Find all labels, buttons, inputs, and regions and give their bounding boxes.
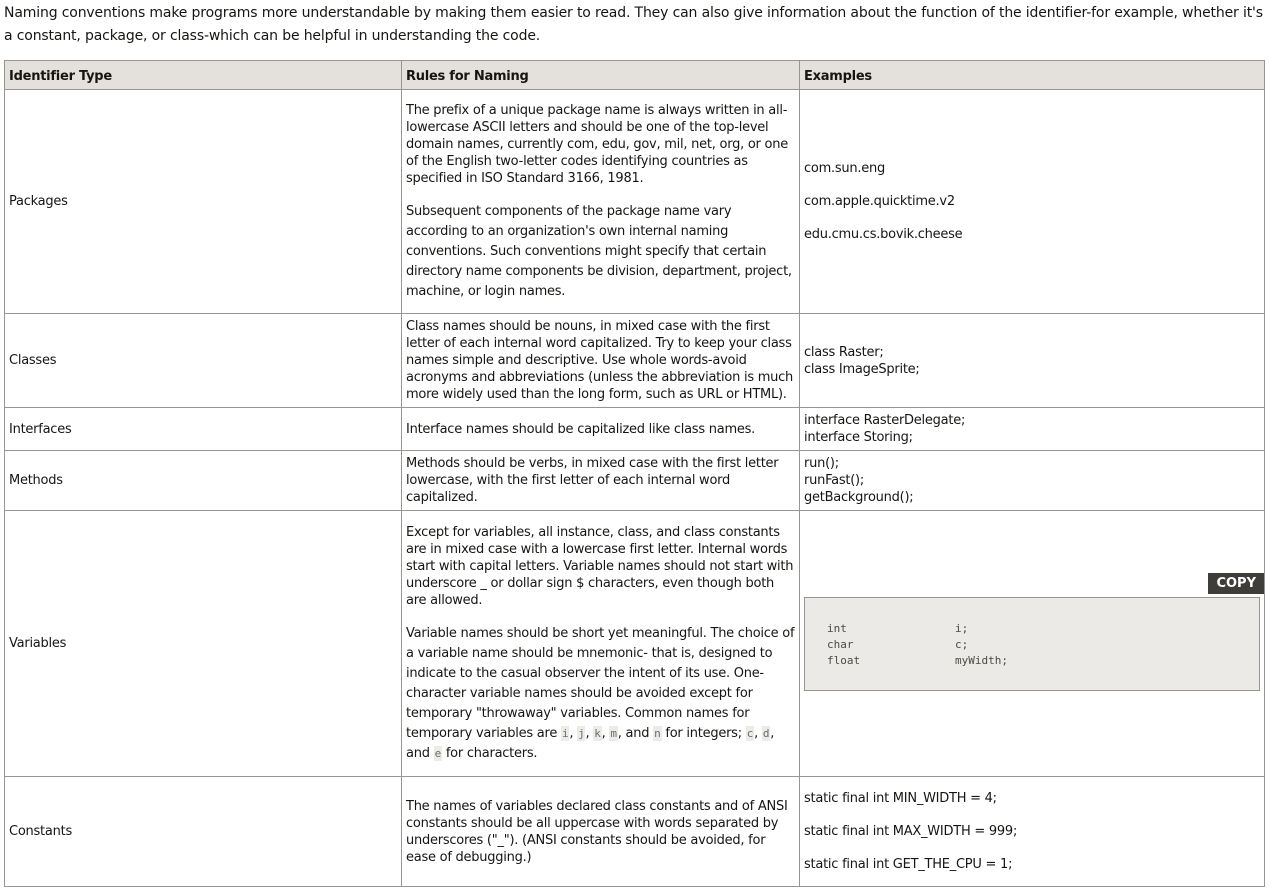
example-line: static final int GET_THE_CPU = 1; <box>804 857 1013 872</box>
inline-code: e <box>433 745 442 761</box>
code-identifier: myWidth; <box>955 653 1008 667</box>
table-row-methods: Methods Methods should be verbs, in mixe… <box>4 450 1265 511</box>
examples-cell: interface RasterDelegate; interface Stor… <box>799 407 1265 451</box>
example-line: class ImageSprite; <box>804 361 920 377</box>
examples-cell: COPY int i; char c; float myWidth; <box>799 510 1265 777</box>
header-examples: Examples <box>799 60 1265 90</box>
example-line: run(); <box>804 456 839 471</box>
rule-text: Subsequent components of the package nam… <box>406 203 792 299</box>
example-line: com.apple.quicktime.v2 <box>804 194 955 209</box>
table-row-constants: Constants The names of variables declare… <box>4 776 1265 887</box>
identifier-type-cell: Variables <box>4 510 402 777</box>
examples-cell: run(); runFast(); getBackground(); <box>799 450 1265 511</box>
code-identifier: c; <box>955 637 969 651</box>
examples-cell: class Raster; class ImageSprite; <box>799 313 1265 408</box>
example-line: interface Storing; <box>804 430 913 445</box>
code-type: float <box>827 653 861 667</box>
example-line: runFast(); <box>804 473 864 488</box>
code-example: COPY int i; char c; float myWidth; <box>804 572 1264 691</box>
examples-cell: com.sun.eng com.apple.quicktime.v2 edu.c… <box>799 89 1265 314</box>
code-identifier: i; <box>955 621 969 635</box>
examples-cell: static final int MIN_WIDTH = 4; static f… <box>799 776 1265 887</box>
copy-button[interactable]: COPY <box>1208 572 1264 594</box>
example-line: com.sun.eng <box>804 161 886 176</box>
rule-text: Except for variables, all instance, clas… <box>406 524 794 608</box>
code-line: int i; <box>827 620 1237 636</box>
rules-cell: The prefix of a unique package name is a… <box>401 89 800 314</box>
rules-cell: Interface names should be capitalized li… <box>401 407 800 451</box>
rules-cell: Except for variables, all instance, clas… <box>401 510 800 777</box>
identifier-type-cell: Methods <box>4 450 402 511</box>
code-line: char c; <box>827 636 1237 652</box>
example-line: static final int MAX_WIDTH = 999; <box>804 824 1018 839</box>
rule-text: Variable names should be short yet meani… <box>406 625 795 741</box>
example-line: getBackground(); <box>804 490 914 505</box>
table-row-packages: Packages The prefix of a unique package … <box>4 89 1265 314</box>
naming-conventions-table: Identifier Type Rules for Naming Example… <box>4 60 1265 887</box>
inline-code: n <box>653 725 662 741</box>
rule-text: Interface names should be capitalized li… <box>406 421 756 437</box>
inline-code: d <box>761 725 771 741</box>
header-identifier-type: Identifier Type <box>4 60 402 90</box>
example-line: edu.cmu.cs.bovik.cheese <box>804 227 963 242</box>
code-line: float myWidth; <box>827 652 1237 668</box>
rules-cell: Class names should be nouns, in mixed ca… <box>401 313 800 408</box>
rule-text: The names of variables declared class co… <box>406 798 788 865</box>
rule-text: The prefix of a unique package name is a… <box>406 102 788 186</box>
rule-text: Class names should be nouns, in mixed ca… <box>406 319 794 402</box>
example-line: static final int MIN_WIDTH = 4; <box>804 791 997 806</box>
example-line: class Raster; <box>804 344 884 360</box>
table-row-interfaces: Interfaces Interface names should be cap… <box>4 407 1265 451</box>
rules-cell: Methods should be verbs, in mixed case w… <box>401 450 800 511</box>
rule-text: Methods should be verbs, in mixed case w… <box>406 456 779 505</box>
inline-code: m <box>609 725 618 741</box>
table-row-variables: Variables Except for variables, all inst… <box>4 510 1265 777</box>
identifier-type-cell: Packages <box>4 89 402 314</box>
code-block: int i; char c; float myWidth; <box>804 596 1260 691</box>
rule-text-with-codes: Variable names should be short yet meani… <box>406 625 795 761</box>
inline-code: k <box>593 725 602 741</box>
example-line: interface RasterDelegate; <box>804 413 966 428</box>
header-rules-for-naming: Rules for Naming <box>401 60 800 90</box>
rules-cell: The names of variables declared class co… <box>401 776 800 887</box>
identifier-type-cell: Constants <box>4 776 402 887</box>
code-type: char <box>827 637 854 651</box>
table-row-classes: Classes Class names should be nouns, in … <box>4 313 1265 408</box>
code-type: int <box>827 621 847 635</box>
table-header-row: Identifier Type Rules for Naming Example… <box>4 60 1265 90</box>
identifier-type-cell: Classes <box>4 313 402 408</box>
intro-paragraph: Naming conventions make programs more un… <box>4 5 1263 44</box>
inline-code: c <box>745 725 755 741</box>
identifier-type-cell: Interfaces <box>4 407 402 451</box>
